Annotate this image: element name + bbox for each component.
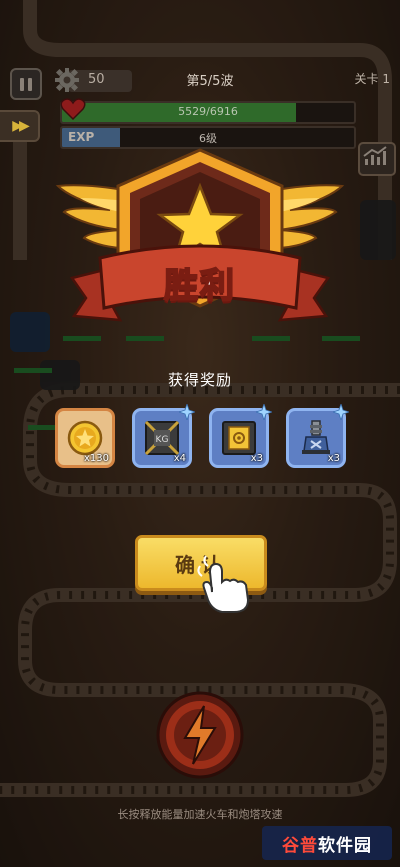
exp-bar: EXP 6级 bbox=[60, 126, 356, 149]
reward-item-coin[interactable]: x130 bbox=[55, 408, 115, 468]
pause-icon bbox=[20, 77, 24, 91]
heart-icon bbox=[60, 98, 86, 121]
pause-button[interactable] bbox=[10, 68, 42, 100]
gear-icon bbox=[55, 68, 79, 92]
watermark-logo: 谷普 软件园 bbox=[262, 826, 392, 860]
reward-qty: x3 bbox=[327, 453, 340, 464]
hint-text: 长按释放能量加速火车和炮塔攻速 bbox=[117, 808, 283, 821]
rewards-title: 获得奖励 bbox=[167, 371, 232, 389]
energy-boost-button[interactable] bbox=[155, 690, 245, 780]
tap-hand-icon bbox=[197, 555, 250, 613]
health-text: 5529/6916 bbox=[178, 105, 238, 118]
gear-currency: 50 bbox=[54, 68, 134, 94]
sparkle-icon bbox=[333, 404, 349, 420]
reward-qty: x130 bbox=[83, 453, 109, 464]
health-bar: 5529/6916 bbox=[60, 101, 356, 124]
fast-forward-button[interactable]: ▶▶ bbox=[0, 110, 40, 142]
stats-button[interactable] bbox=[358, 142, 396, 176]
level-indicator: 关卡 1 bbox=[354, 72, 390, 86]
reward-item-turret[interactable]: x3 bbox=[286, 404, 349, 468]
fast-forward-icon: ▶▶ bbox=[12, 118, 29, 134]
crate-label: KG bbox=[156, 435, 169, 445]
exp-level-text: 6级 bbox=[199, 132, 217, 145]
victory-badge bbox=[55, 148, 345, 322]
wave-indicator: 第5/5波 bbox=[186, 74, 234, 89]
reward-item-gear-crate[interactable]: x3 bbox=[209, 404, 272, 468]
reward-qty: x3 bbox=[250, 453, 263, 464]
reward-qty: x4 bbox=[173, 453, 186, 464]
reward-item-weight-crate[interactable]: KG x4 bbox=[132, 404, 195, 468]
victory-title: 胜利 bbox=[163, 265, 236, 307]
chart-icon bbox=[363, 146, 387, 165]
sparkle-icon bbox=[179, 404, 195, 420]
gear-count: 50 bbox=[88, 72, 105, 87]
sparkle-icon bbox=[256, 404, 272, 420]
